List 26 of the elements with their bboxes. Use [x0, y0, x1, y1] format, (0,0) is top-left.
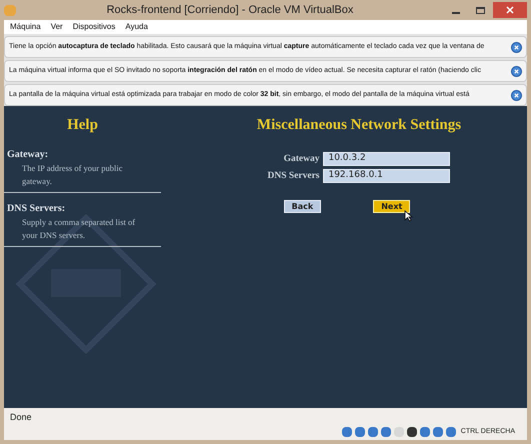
help-title: Help	[66, 116, 99, 135]
window-title: Rocks-frontend [Corriendo] - Oracle VM VirtualBox	[106, 2, 354, 18]
help-description: The IP address of your public gateway.	[21, 162, 124, 188]
close-icon[interactable]	[511, 66, 522, 76]
status-text: Done	[10, 411, 33, 424]
maximize-icon[interactable]	[476, 6, 485, 14]
input-field[interactable]: 10.0.3.2	[323, 152, 450, 166]
help-term: DNS Servers:	[6, 202, 66, 216]
field-label: DNS Servers	[268, 170, 320, 183]
close-icon[interactable]	[511, 90, 522, 100]
menu-item[interactable]: Ayuda	[125, 21, 148, 33]
menu-item[interactable]: Máquina	[10, 21, 41, 33]
field-label: Gateway	[282, 152, 320, 166]
input-field[interactable]: 192.168.0.1	[323, 168, 450, 183]
cursor-icon	[404, 210, 412, 222]
next-button[interactable]: Next	[373, 200, 410, 213]
close-icon[interactable]	[511, 42, 522, 52]
help-term: Gateway:	[6, 148, 50, 162]
help-description: Supply a comma separated list of your DNS servers.	[21, 216, 136, 242]
back-button[interactable]: Back	[284, 200, 322, 213]
app-icon	[4, 4, 16, 16]
page-title: Miscellaneous Network Settings	[256, 116, 462, 135]
close-button[interactable]	[493, 2, 527, 18]
menu-item[interactable]: Dispositivos	[72, 21, 116, 33]
close-icon	[506, 6, 514, 14]
menu-item[interactable]: Ver	[50, 21, 63, 33]
